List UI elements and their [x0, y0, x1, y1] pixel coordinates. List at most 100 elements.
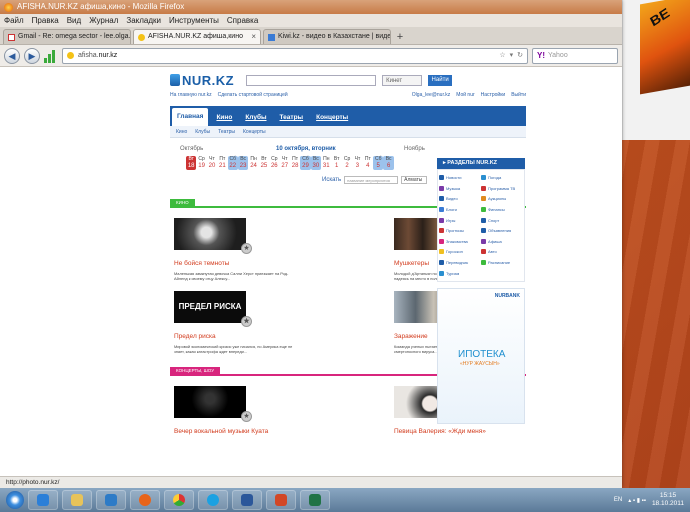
card-title[interactable]: Предел риска [174, 333, 302, 340]
calendar-day[interactable]: Вт 1 [331, 156, 341, 170]
calendar-day[interactable]: Вс 6 [383, 156, 394, 170]
menu-file[interactable]: Файл [4, 14, 24, 27]
calendar-day[interactable]: Вт 25 [259, 156, 269, 170]
taskbar-chrome[interactable] [164, 490, 194, 510]
menu-tools[interactable]: Инструменты [169, 14, 219, 27]
calendar-day[interactable]: Пн 31 [321, 156, 331, 170]
calendar-day[interactable]: Вс 23 [237, 156, 249, 170]
section-link[interactable]: Афиша [481, 237, 523, 247]
section-link[interactable]: Новости [439, 173, 481, 183]
site-search-input[interactable] [246, 74, 377, 86]
taskbar-powerpoint[interactable] [266, 490, 296, 510]
section-link[interactable]: Аукционы [481, 194, 523, 204]
calendar-day[interactable]: Чт 27 [280, 156, 290, 170]
address-bar[interactable]: afisha.nur.kz ☆ ▾ ↻ [62, 47, 528, 64]
nurbank-banner[interactable]: NURBANK ИПОТЕКА «НУР ЖАУСЫН» [437, 287, 525, 424]
settings-link[interactable]: Настройки [481, 92, 506, 102]
calendar-day[interactable]: Ср 2 [342, 156, 352, 170]
tab-afisha[interactable]: AFISHA.NUR.KZ афиша,кино × [133, 29, 261, 44]
card-title[interactable]: Вечер вокальной музыки Куата [174, 428, 302, 435]
menu-edit[interactable]: Правка [32, 14, 59, 27]
taskbar-media[interactable] [96, 490, 126, 510]
make-start-link[interactable]: Сделать стартовой страницей [218, 92, 288, 102]
home-link[interactable]: На главную nur.kz [170, 92, 212, 102]
start-button[interactable] [6, 491, 24, 509]
subnav-clubs[interactable]: Клубы [195, 129, 210, 135]
taskbar-explorer[interactable] [62, 490, 92, 510]
card-predel-riska[interactable]: ПРЕДЕЛ РИСКА ★ Предел риска Мировой эконо… [174, 291, 302, 354]
section-link[interactable]: Туризм [439, 268, 481, 278]
taskbar-ie[interactable] [28, 490, 58, 510]
section-link[interactable]: Объявления [481, 226, 523, 236]
taskbar-excel[interactable] [300, 490, 330, 510]
section-link[interactable]: Финансы [481, 205, 523, 215]
card-thumb[interactable]: ★ [174, 218, 252, 254]
back-button[interactable]: ◀ [4, 47, 20, 64]
calendar-day[interactable]: Пт 4 [363, 156, 373, 170]
tab-gmail[interactable]: Gmail - Re: omega sector - lee.olga.g...… [3, 29, 131, 44]
calendar-day[interactable]: Ср 19 [196, 156, 206, 170]
card-ne-boisya[interactable]: ★ Не бойся темноты Маленькая замкнутая д… [174, 218, 302, 281]
event-search-input[interactable]: название мероприятия [344, 176, 399, 184]
clock[interactable]: 15:15 18.10.2011 [652, 492, 684, 508]
menu-view[interactable]: Вид [67, 14, 81, 27]
calendar-day[interactable]: Сб 29 [300, 156, 311, 170]
forward-button[interactable]: ▶ [24, 47, 40, 64]
card-thumb[interactable]: ПРЕДЕЛ РИСКА ★ [174, 291, 252, 327]
subnav-theaters[interactable]: Театры [218, 129, 235, 135]
calendar-day[interactable]: Пн 24 [248, 156, 258, 170]
section-link[interactable]: Погода [481, 173, 523, 183]
calendar-day[interactable]: Чт 20 [207, 156, 217, 170]
section-link[interactable]: Блоги [439, 205, 481, 215]
dropdown-icon[interactable]: ▾ [510, 49, 514, 63]
tab-kiwi[interactable]: Kiwi.kz - видео в Казахстане | видео-...… [263, 29, 391, 44]
section-link[interactable]: Знакомства [439, 237, 481, 247]
city-select[interactable]: Алматы [401, 176, 428, 184]
stats-icon[interactable] [44, 49, 58, 63]
calendar-day[interactable]: Сб 5 [373, 156, 384, 170]
card-thumb[interactable]: ★ [174, 386, 252, 422]
close-icon[interactable]: × [251, 30, 256, 44]
search-bar[interactable]: Y! Yahoo [532, 47, 618, 64]
calendar-day[interactable]: Пт 28 [290, 156, 300, 170]
language-indicator[interactable]: EN [614, 497, 622, 503]
reload-icon[interactable]: ↻ [517, 49, 523, 63]
taskbar-skype[interactable] [198, 490, 228, 510]
section-link[interactable]: Спорт [481, 215, 523, 225]
section-link[interactable]: Авто [481, 247, 523, 257]
menu-history[interactable]: Журнал [89, 14, 118, 27]
taskbar-word[interactable] [232, 490, 262, 510]
section-link[interactable]: Видео [439, 194, 481, 204]
section-link[interactable]: Игры [439, 215, 481, 225]
card-title[interactable]: Певица Валерия: «Жди меня» [394, 428, 522, 435]
calendar-day[interactable]: Сб 22 [227, 156, 238, 170]
section-link[interactable]: Музыка [439, 184, 481, 194]
section-link[interactable]: Программа ТВ [481, 184, 523, 194]
nav-main[interactable]: Главная [172, 108, 209, 126]
nav-clubs[interactable]: Клубы [240, 110, 271, 126]
nav-concerts[interactable]: Концерты [311, 110, 353, 126]
menu-bookmarks[interactable]: Закладки [126, 14, 161, 27]
section-link[interactable]: Переводчик [439, 258, 481, 268]
tray-icons[interactable]: ▴ ▪ ▮ ▪▪ [628, 497, 646, 504]
nav-theaters[interactable]: Театры [275, 110, 309, 126]
calendar-day[interactable]: Вт 18 [186, 156, 197, 170]
card-kuat[interactable]: ★ Вечер вокальной музыки Куата [174, 386, 302, 435]
calendar-day[interactable]: Чт 3 [352, 156, 362, 170]
nav-kino[interactable]: Кино [211, 110, 237, 126]
section-link[interactable]: Гороскоп [439, 247, 481, 257]
new-tab-button[interactable]: + [393, 31, 407, 44]
user-email[interactable]: Olga_lee@nur.kz [412, 92, 450, 102]
section-link[interactable]: Прогнозы [439, 226, 481, 236]
menu-help[interactable]: Справка [227, 14, 258, 27]
taskbar-firefox[interactable] [130, 490, 160, 510]
subnav-kino[interactable]: Кино [176, 129, 187, 135]
bookmark-star-icon[interactable]: ☆ [499, 49, 505, 63]
calendar-day[interactable]: Вс 30 [310, 156, 322, 170]
subnav-concerts[interactable]: Концерты [243, 129, 266, 135]
site-search-select[interactable]: Кинет [382, 74, 423, 86]
site-logo[interactable]: NUR.KZ [170, 73, 234, 88]
calendar-day[interactable]: Ср 26 [269, 156, 279, 170]
calendar-day[interactable]: Пт 21 [217, 156, 227, 170]
card-title[interactable]: Не бойся темноты [174, 260, 302, 267]
